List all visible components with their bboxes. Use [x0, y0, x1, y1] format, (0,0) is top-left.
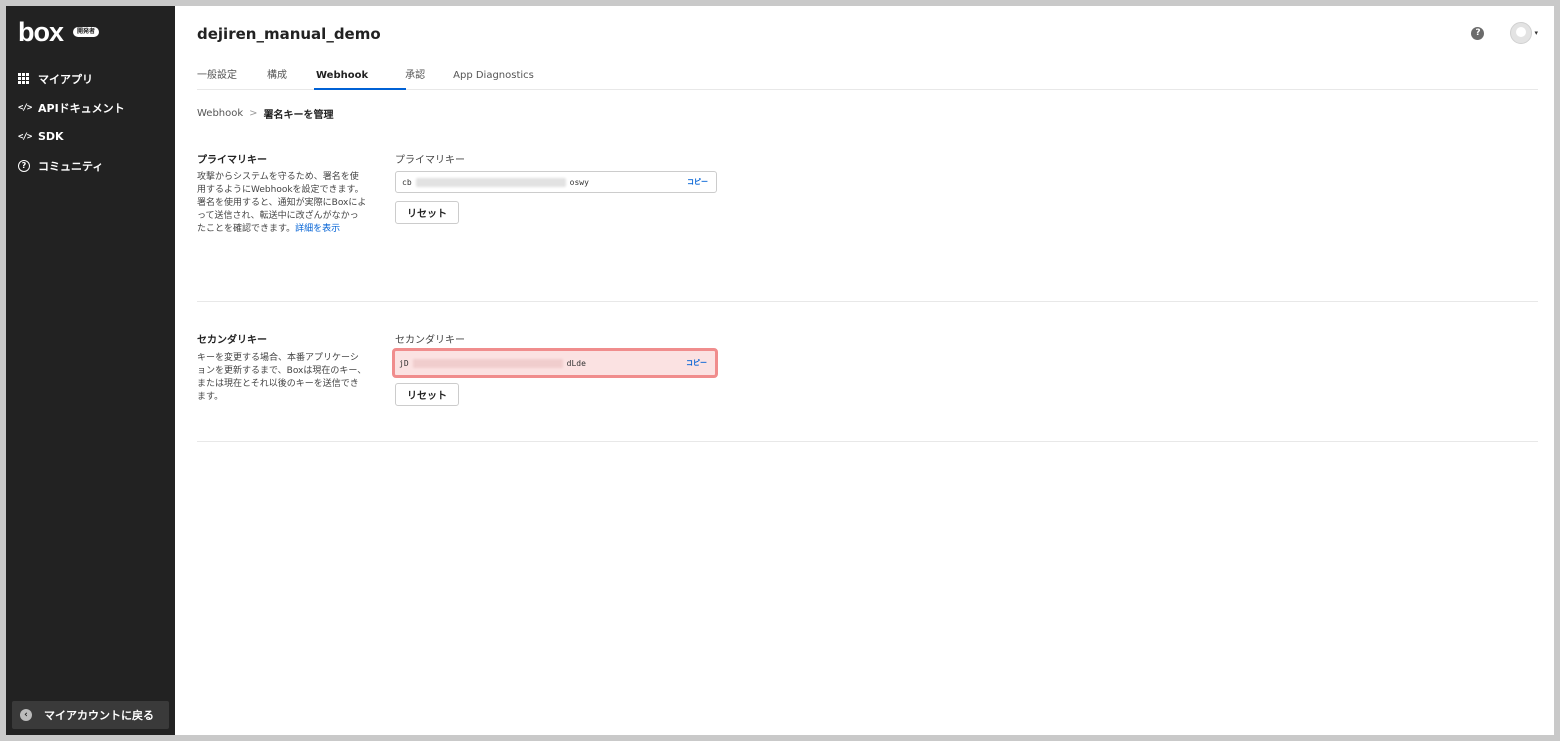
secondary-key-title: セカンダリキー: [197, 335, 267, 346]
breadcrumb: Webhook > 署名キーを管理: [197, 106, 1538, 121]
sidebar-item-label: マイアプリ: [38, 72, 93, 86]
sidebar-item-community[interactable]: ? コミュニティ: [6, 151, 175, 180]
tab-app-diagnostics[interactable]: App Diagnostics: [453, 70, 534, 89]
secondary-key-field[interactable]: jD dLde コピー: [392, 348, 718, 378]
secondary-key-value-start: jD: [399, 358, 409, 368]
grid-icon: [18, 73, 38, 84]
developer-badge: 開発者: [73, 27, 100, 37]
primary-key-value-end: oswy: [569, 177, 589, 187]
sidebar-item-api-docs[interactable]: </> APIドキュメント: [6, 93, 175, 122]
sidebar-item-label: コミュニティ: [38, 159, 104, 173]
sidebar-item-my-apps[interactable]: マイアプリ: [6, 64, 175, 93]
sidebar-nav: マイアプリ </> APIドキュメント </> SDK ? コミュニティ: [6, 58, 175, 180]
tab-configuration[interactable]: 構成: [267, 66, 287, 89]
tab-bar: 一般設定 構成 Webhook 承認 App Diagnostics: [197, 60, 1538, 90]
avatar: [1510, 22, 1533, 44]
main-content: dejiren_manual_demo ? ▾ 一般設定 構成 Webhook …: [175, 6, 1554, 735]
code-icon: </>: [18, 102, 32, 113]
secondary-key-description: キーを変更する場合、本番アプリケーションを更新するまで、Boxは現在のキー、また…: [197, 353, 367, 402]
primary-key-title: プライマリキー: [197, 155, 267, 166]
header: dejiren_manual_demo ? ▾: [197, 6, 1538, 60]
redacted-key-mask: [412, 358, 563, 368]
box-logo[interactable]: box: [18, 18, 64, 46]
logo-row: box 開発者: [6, 6, 175, 58]
primary-key-label: プライマリキー: [395, 155, 465, 166]
redacted-key-mask: [415, 177, 566, 187]
breadcrumb-current: 署名キーを管理: [263, 109, 334, 121]
primary-key-value-start: cb: [402, 177, 412, 187]
primary-key-section: プライマリキー 攻撃からシステムを守るため、署名を使用するようにWebhookを…: [197, 120, 1538, 302]
reset-secondary-key-button[interactable]: リセット: [395, 383, 459, 406]
secondary-key-value-end: dLde: [566, 358, 586, 368]
secondary-key-section: セカンダリキー キーを変更する場合、本番アプリケーションを更新するまで、Boxは…: [197, 302, 1538, 442]
sidebar-item-label: SDK: [38, 130, 64, 143]
chevron-down-icon: ▾: [1534, 29, 1538, 37]
sidebar-item-sdk[interactable]: </> SDK: [6, 122, 175, 151]
tab-general-settings[interactable]: 一般設定: [197, 66, 237, 89]
breadcrumb-separator-icon: >: [249, 107, 258, 119]
primary-key-field[interactable]: cb oswy コピー: [395, 171, 717, 193]
tab-webhook[interactable]: Webhook: [313, 70, 407, 90]
secondary-key-label: セカンダリキー: [395, 335, 465, 346]
header-actions: ? ▾: [1471, 22, 1538, 44]
reset-primary-key-button[interactable]: リセット: [395, 201, 459, 224]
copy-secondary-key-button[interactable]: コピー: [686, 358, 707, 368]
sidebar: box 開発者 マイアプリ </> APIドキュメント </> SDK ? コミ…: [6, 6, 175, 735]
copy-primary-key-button[interactable]: コピー: [687, 177, 708, 187]
primary-key-description-text: 攻撃からシステムを守るため、署名を使用するようにWebhookを設定できます。署…: [197, 172, 367, 234]
chevron-left-icon: ‹: [20, 709, 32, 721]
breadcrumb-webhook-link[interactable]: Webhook: [197, 108, 243, 119]
back-to-account-button[interactable]: ‹ マイアカウントに戻る: [12, 701, 169, 729]
page-title: dejiren_manual_demo: [197, 25, 381, 43]
code-icon: </>: [18, 131, 32, 142]
help-circle-icon: ?: [18, 159, 38, 172]
sidebar-item-label: APIドキュメント: [38, 101, 125, 115]
app-window: box 開発者 マイアプリ </> APIドキュメント </> SDK ? コミ…: [6, 6, 1554, 735]
tab-authorization[interactable]: 承認: [405, 66, 425, 89]
back-to-account-label: マイアカウントに戻る: [44, 709, 154, 722]
primary-key-description: 攻撃からシステムを守るため、署名を使用するようにWebhookを設定できます。署…: [197, 171, 367, 236]
account-menu[interactable]: ▾: [1510, 22, 1538, 44]
details-link[interactable]: 詳細を表示: [295, 224, 340, 234]
help-icon[interactable]: ?: [1471, 26, 1485, 40]
